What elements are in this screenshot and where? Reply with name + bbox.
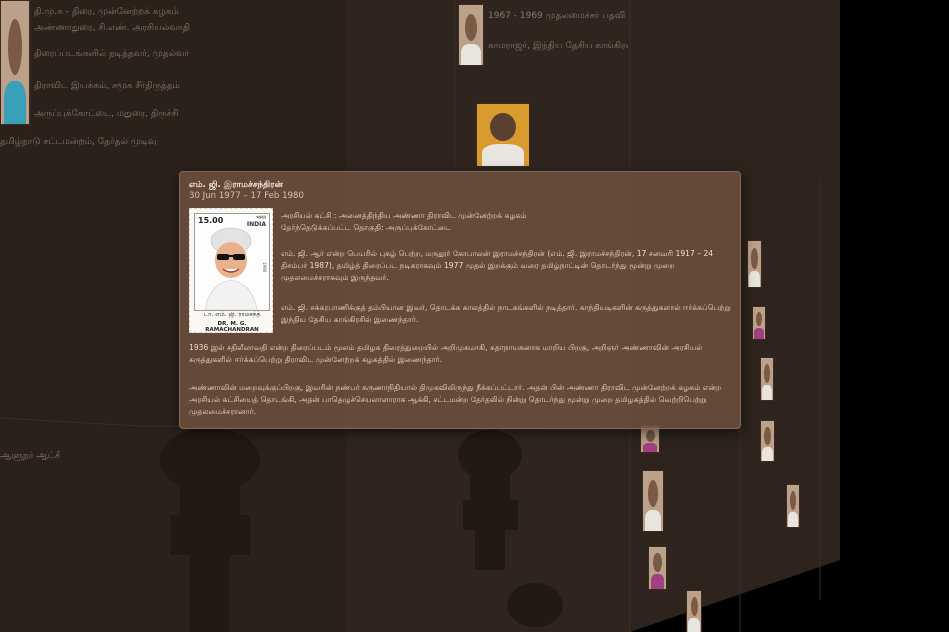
stamp-country: INDIA [246, 221, 266, 228]
background-text: திரைப்படங்களில் நடித்தவர், முதல்வர் [34, 49, 190, 59]
party-line: அரசியல் கட்சி : அனைத்திந்திய அண்ணா திராவ… [281, 211, 527, 220]
stamp-value: 15.00 [198, 216, 224, 225]
background-portrait[interactable] [0, 0, 30, 125]
background-portrait[interactable] [458, 4, 484, 66]
background-portrait[interactable] [760, 357, 774, 401]
background-portrait[interactable] [752, 306, 766, 340]
card-title: எம். ஜி. இராமச்சந்திரன் [189, 180, 283, 190]
background-portrait[interactable] [786, 484, 800, 528]
background-portrait[interactable] [640, 425, 660, 453]
stamp-english-name: DR. M. G. RAMACHANDRAN [205, 321, 259, 333]
postage-stamp-image: 15.00 भारत INDIA 1990 டா. எம். ஜி. ராமசந… [189, 208, 273, 333]
bio-paragraph-1: எம். ஜி. ஆர் என்ற பெயரில் புகழ் பெற்ற, ம… [281, 249, 714, 282]
background-portrait[interactable] [476, 103, 530, 167]
background-text: அருப்புக்கோட்டை, மதுரை, திருச்சி [34, 109, 179, 119]
stamp-year: 1990 [262, 262, 267, 273]
bio-paragraph-4: அண்ணாவின் மறைவுக்குப்பிறகு, இவரின் நண்பர… [189, 383, 722, 416]
background-text: அண்ணாதுரை, சி.எண். அரசியல்வாதி [34, 23, 190, 33]
stamp-tamil-name: டா. எம். ஜி. ராமசந்த் [203, 311, 261, 318]
constituency-line: தேர்ந்தெடுக்கப்பட்ட தொகுதி: அருப்புக்கோட… [281, 223, 452, 232]
timeline-3d-viewer: தி.மு.க - திரை, முன்னேற்றக் கழகம் அண்ணாத… [0, 0, 949, 632]
background-portrait[interactable] [686, 590, 702, 632]
background-portrait[interactable] [648, 546, 667, 590]
background-text: காமராஜர், இந்திய தேசிய காங்கிரஸ் [488, 41, 628, 51]
term-dates: 30 Jun 1977 – 17 Feb 1980 [189, 191, 304, 201]
background-text: ஆளுநர் ஆட்சி, சென்னை மாநிலம் [0, 451, 60, 461]
background-portrait[interactable] [760, 420, 775, 462]
portrait-illustration [195, 214, 269, 310]
background-text: தி.மு.க - திரை, முன்னேற்றக் கழகம் [34, 7, 179, 17]
background-text: தமிழ்நாடு சட்டமன்றம், தேர்தல் முடிவு [0, 137, 157, 147]
background-text: 1967 - 1969 முதலமைச்சர் பதவி [488, 11, 626, 21]
void-area [840, 0, 949, 632]
bio-paragraph-2: எம். ஜி. சக்கரபாணிக்குத் தம்பியான இவர், … [281, 303, 731, 324]
background-portrait[interactable] [747, 240, 762, 288]
bio-paragraph-3: 1936 இல் சதிலீலாவதி என்ற திரைப்படம் மூலம… [189, 343, 703, 364]
background-text: திராவிட இயக்கம், சமூக சீர்திருத்தம் [34, 81, 180, 91]
background-portrait[interactable] [642, 470, 664, 532]
leader-info-card[interactable]: எம். ஜி. இராமச்சந்திரன் 30 Jun 1977 – 17… [179, 171, 741, 429]
